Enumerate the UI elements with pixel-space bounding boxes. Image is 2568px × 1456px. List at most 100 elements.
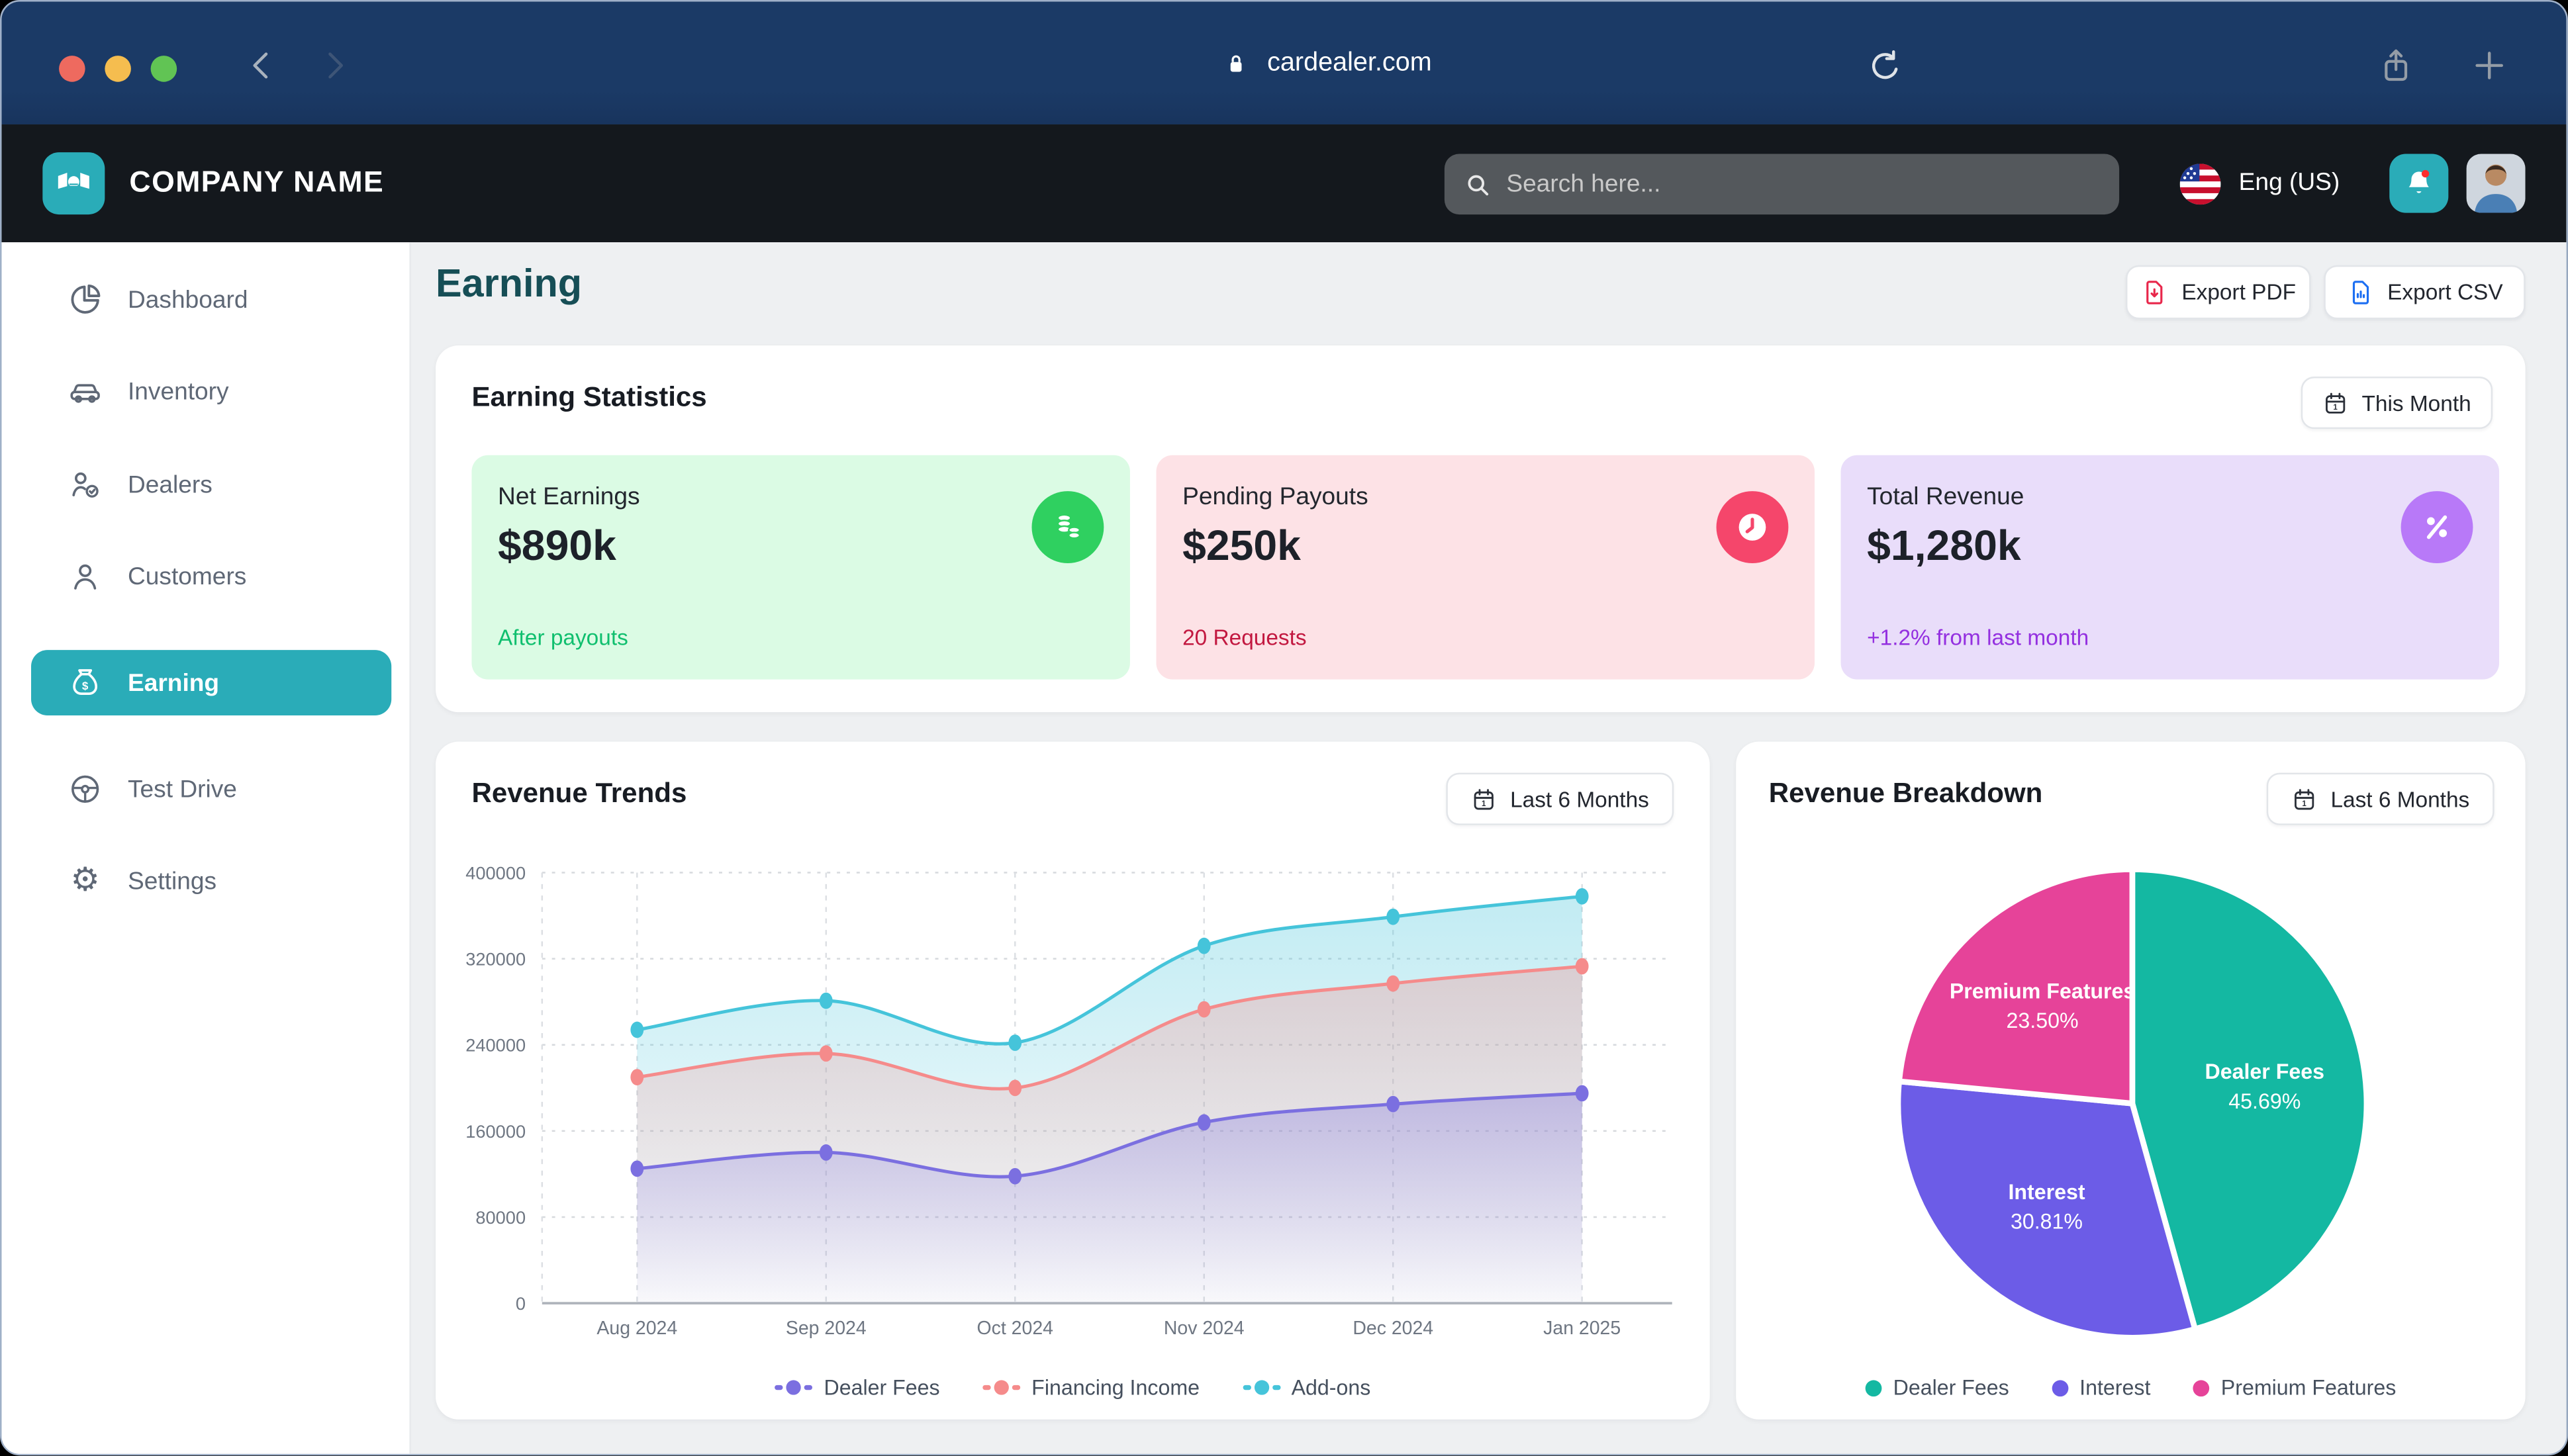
svg-text:80000: 80000 [475,1207,526,1228]
company-logo[interactable] [42,152,105,214]
svg-text:0: 0 [516,1293,526,1314]
svg-text:Dec 2024: Dec 2024 [1353,1318,1433,1339]
stat-value: $1,280k [1867,521,2021,572]
us-flag-icon[interactable] [2180,163,2221,205]
stat-note: After payouts [498,625,628,650]
earning-statistics-title: Earning Statistics [471,381,706,414]
dealer-badge-icon [67,467,103,502]
pie-chart-icon [67,281,103,317]
language-selector[interactable]: Eng (US) [2239,169,2340,197]
net-earnings-card: Net Earnings $890k After payouts [471,455,1129,680]
share-icon[interactable] [2376,46,2415,85]
svg-text:Nov 2024: Nov 2024 [1164,1318,1245,1339]
money-bag-icon: $ [67,664,103,700]
legend-item[interactable]: Add-ons [1242,1375,1370,1400]
sidebar-item-label: Earning [128,669,219,697]
stat-label: Net Earnings [498,483,640,511]
browser-toolbar: cardealer.com [1,1,2566,124]
url-text: cardealer.com [1267,48,1432,78]
trends-period-label: Last 6 Months [1510,787,1649,811]
sidebar-item-customers[interactable]: Customers [31,543,391,609]
pdf-file-icon [2141,279,2169,306]
close-window-button[interactable] [59,56,85,82]
svg-text:1: 1 [2334,404,2338,412]
stat-value: $250k [1182,521,1301,572]
company-name: COMPANY NAME [129,165,384,200]
export-pdf-button[interactable]: Export PDF [2126,265,2311,320]
revenue-breakdown-chart: Dealer Fees 45.69% Interest 30.81% Premium F… [1736,742,2525,1428]
breakdown-period-button[interactable]: 1 Last 6 Months [2267,773,2495,825]
svg-text:400000: 400000 [465,862,526,883]
revenue-trends-card: 080000160000240000320000400000Aug 2024Se… [436,742,1710,1420]
svg-text:Interest: Interest [2008,1180,2085,1204]
sidebar-item-label: Inventory [128,377,229,405]
back-icon[interactable] [242,46,281,85]
legend-item[interactable]: Financing Income [982,1375,1200,1400]
person-icon [67,559,103,594]
stat-note: 20 Requests [1182,625,1307,650]
minimize-window-button[interactable] [105,56,131,82]
svg-text:1: 1 [1482,800,1486,808]
legend-item[interactable]: Premium Features [2193,1375,2397,1400]
address-bar[interactable]: cardealer.com [1221,1,1432,124]
svg-text:Sep 2024: Sep 2024 [786,1318,867,1339]
stats-period-label: This Month [2361,390,2471,415]
svg-text:Dealer Fees: Dealer Fees [2205,1060,2324,1083]
svg-text:Jan 2025: Jan 2025 [1543,1318,1621,1339]
steering-wheel-icon [67,771,103,807]
sidebar-item-inventory[interactable]: Inventory [31,359,391,424]
main-content: Earning Export PDF Export CSV Earning St… [411,242,2568,1455]
calendar-icon: 1 [2291,786,2318,812]
sidebar: Dashboard Inventory Dealers Customers $ … [1,242,410,1455]
stats-period-button[interactable]: 1 This Month [2301,377,2493,429]
svg-text:Oct 2024: Oct 2024 [977,1318,1053,1339]
handshake-icon [54,163,93,203]
search-bar[interactable] [1445,154,2119,215]
sidebar-item-settings[interactable]: ⚙ Settings [31,848,391,913]
export-csv-label: Export CSV [2387,280,2502,304]
zoom-window-button[interactable] [151,56,177,82]
refresh-icon[interactable] [1866,48,1905,87]
stat-note: +1.2% from last month [1867,625,2089,650]
sidebar-item-test-drive[interactable]: Test Drive [31,756,391,822]
forward-icon[interactable] [314,46,354,85]
sidebar-item-label: Test Drive [128,775,237,803]
sidebar-item-earning[interactable]: $ Earning [31,650,391,715]
percent-icon [2401,491,2473,563]
svg-text:45.69%: 45.69% [2228,1089,2301,1113]
search-icon [1464,169,1492,199]
stat-label: Pending Payouts [1182,483,1368,511]
svg-text:30.81%: 30.81% [2011,1210,2083,1234]
clock-icon [1717,491,1789,563]
legend-item[interactable]: Interest [2052,1375,2150,1400]
export-csv-button[interactable]: Export CSV [2324,265,2525,320]
notifications-button[interactable] [2389,154,2448,213]
new-tab-icon[interactable] [2469,46,2508,85]
sidebar-item-dealers[interactable]: Dealers [31,452,391,518]
sidebar-item-dashboard[interactable]: Dashboard [31,267,391,332]
search-input[interactable] [1506,170,2099,198]
svg-text:$: $ [82,680,89,692]
calendar-icon: 1 [1471,786,1498,812]
export-pdf-label: Export PDF [2181,280,2296,304]
svg-text:Premium Features: Premium Features [1950,979,2135,1003]
stat-value: $890k [498,521,616,572]
svg-text:Aug 2024: Aug 2024 [596,1318,677,1339]
app-header: COMPANY NAME Eng (US) [1,124,2566,242]
legend-item[interactable]: Dealer Fees [775,1375,939,1400]
svg-text:320000: 320000 [465,949,526,970]
pending-payouts-card: Pending Payouts $250k 20 Requests [1157,455,1815,680]
lock-icon [1221,48,1251,78]
trends-period-button[interactable]: 1 Last 6 Months [1446,773,1674,825]
sidebar-item-label: Dealers [128,471,213,498]
trends-legend: Dealer Fees Financing Income Add-ons [436,1375,1710,1400]
earning-statistics-card: Earning Statistics 1 This Month Net Earn… [436,345,2526,712]
stat-label: Total Revenue [1867,483,2024,511]
revenue-breakdown-title: Revenue Breakdown [1769,778,2043,810]
legend-item[interactable]: Dealer Fees [1866,1375,2009,1400]
csv-file-icon [2346,279,2374,306]
user-avatar[interactable] [2467,154,2526,213]
gear-icon: ⚙ [67,863,103,899]
coins-icon [1031,491,1104,563]
revenue-breakdown-card: Dealer Fees 45.69% Interest 30.81% Premium F… [1736,742,2525,1420]
